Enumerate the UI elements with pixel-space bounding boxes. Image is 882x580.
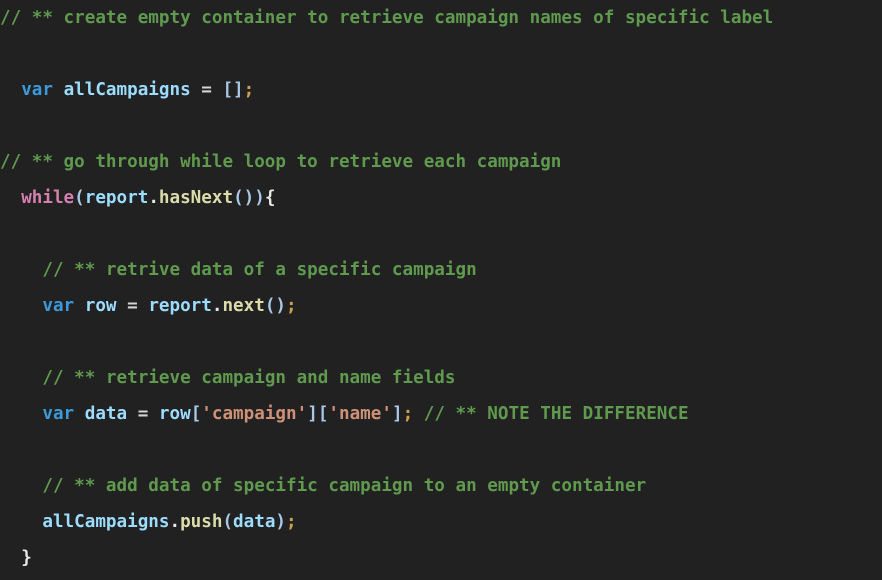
code-token: ) <box>275 512 287 532</box>
code-token: row <box>84 296 117 316</box>
code-token: data <box>233 512 276 532</box>
code-token: // ** NOTE THE DIFFERENCE <box>423 404 689 424</box>
code-token: ; <box>286 512 297 532</box>
code-token: ( <box>74 188 85 208</box>
code-token: while <box>21 188 75 208</box>
code-token: . <box>169 512 181 532</box>
code-token: } <box>21 548 32 568</box>
code-line[interactable]: allCampaigns.push(data); <box>0 504 882 540</box>
code-token: hasNext <box>158 188 234 208</box>
code-token: allCampaigns <box>63 80 191 100</box>
code-token: = <box>137 404 149 424</box>
code-line[interactable]: // ** retrieve campaign and name fields <box>0 360 882 396</box>
code-line[interactable]: // ** add data of specific campaign to a… <box>0 468 882 504</box>
code-token: var <box>21 80 53 100</box>
code-token: . <box>148 188 159 208</box>
code-token: row <box>158 404 191 424</box>
code-token: ) <box>254 188 265 208</box>
code-token: = <box>127 296 138 316</box>
code-line[interactable] <box>0 432 882 468</box>
code-line[interactable]: // ** create empty container to retrieve… <box>0 0 882 72</box>
code-token: // ** retrive data of a specific campaig… <box>42 260 477 280</box>
code-token: [] <box>222 80 244 100</box>
code-line[interactable]: var row = report.next(); <box>0 288 882 324</box>
code-token: // ** go through while loop to retrieve … <box>0 152 562 172</box>
code-token: var <box>42 296 75 316</box>
code-token: ( <box>222 512 234 532</box>
code-token: . <box>211 296 223 316</box>
code-token: [ <box>317 404 329 424</box>
code-token: // ** create empty container to retrieve… <box>0 8 774 28</box>
code-token: push <box>180 512 223 532</box>
code-token: { <box>264 188 276 208</box>
code-token: allCampaigns <box>42 512 170 532</box>
code-token: report <box>148 296 212 316</box>
code-line[interactable] <box>0 324 882 360</box>
code-line[interactable] <box>0 216 882 252</box>
code-token: 'campaign' <box>201 404 308 424</box>
code-token: 'name' <box>328 404 392 424</box>
code-token: ; <box>286 296 297 316</box>
code-token: report <box>84 188 149 208</box>
code-token: ] <box>307 404 318 424</box>
code-line[interactable]: while(report.hasNext()){ <box>0 180 882 216</box>
code-token: var <box>42 404 75 424</box>
code-token: // ** retrieve campaign and name fields <box>42 368 456 388</box>
code-token: data <box>84 404 128 424</box>
code-token: ; <box>402 404 414 424</box>
code-line[interactable]: } <box>0 540 882 576</box>
code-token: () <box>264 296 287 316</box>
code-token: () <box>233 188 255 208</box>
code-line[interactable]: var data = row['campaign']['name']; // *… <box>0 396 882 432</box>
code-line[interactable]: var allCampaigns = []; <box>0 72 882 108</box>
code-line[interactable]: // ** retrive data of a specific campaig… <box>0 252 882 288</box>
code-token: // ** add data of specific campaign to a… <box>42 476 647 496</box>
code-token: next <box>222 296 265 316</box>
code-token: ; <box>243 80 255 100</box>
code-token: [ <box>190 404 202 424</box>
code-token: = <box>201 80 212 100</box>
code-token: ] <box>391 404 403 424</box>
code-line[interactable]: // ** go through while loop to retrieve … <box>0 144 882 180</box>
code-line[interactable] <box>0 108 882 144</box>
code-editor[interactable]: // ** create empty container to retrieve… <box>0 0 882 580</box>
